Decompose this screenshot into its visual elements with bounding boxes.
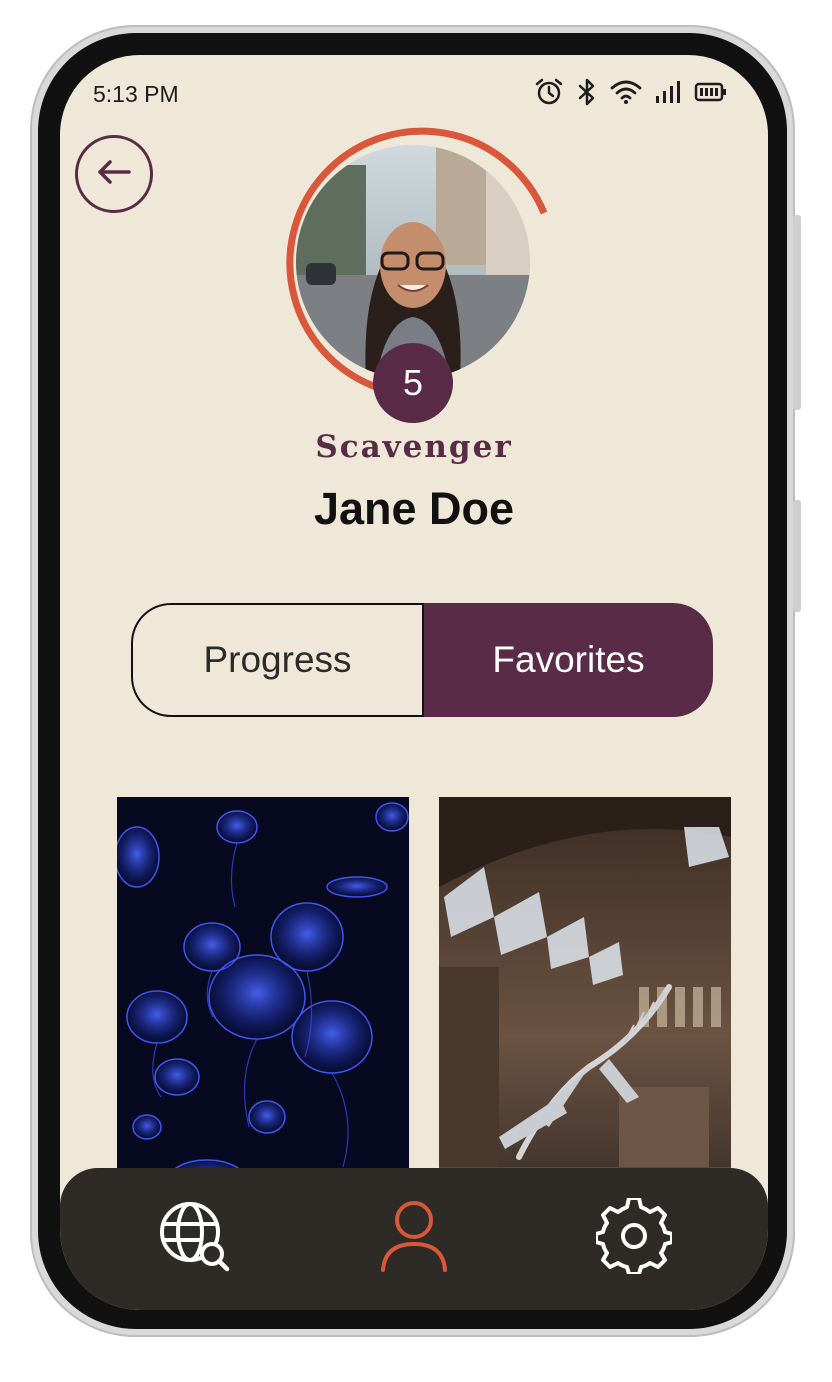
status-icons — [534, 77, 728, 107]
gear-icon — [594, 1195, 674, 1279]
app-screen: 5:13 PM 5 Scavenger Jane Doe Progress Fa… — [60, 55, 768, 1310]
profile-icon — [379, 1198, 449, 1279]
globe-search-icon — [156, 1198, 232, 1279]
profile-tabs: Progress Favorites — [131, 603, 713, 717]
nav-settings[interactable] — [594, 1195, 674, 1279]
alarm-icon — [534, 77, 564, 107]
back-button[interactable] — [75, 135, 153, 213]
signal-icon — [654, 79, 682, 105]
favorite-jellyfish-photo[interactable] — [117, 797, 409, 1197]
battery-icon — [694, 81, 728, 103]
user-name: Jane Doe — [313, 483, 515, 534]
status-time: 5:13 PM — [93, 81, 179, 107]
nav-profile[interactable] — [374, 1198, 454, 1278]
rank-title: Scavenger — [315, 429, 513, 465]
status-bar: 5:13 PM — [60, 55, 768, 135]
nav-explore[interactable] — [154, 1198, 234, 1278]
level-badge: 5 — [373, 343, 453, 423]
favorite-museum-photo[interactable] — [439, 797, 731, 1197]
arrow-left-icon — [95, 157, 133, 192]
power-button — [793, 500, 801, 612]
bluetooth-icon — [576, 77, 598, 107]
tab-progress[interactable]: Progress — [131, 603, 422, 717]
volume-button — [793, 215, 801, 410]
tab-favorites[interactable]: Favorites — [422, 603, 713, 717]
bottom-nav — [60, 1168, 768, 1310]
wifi-icon — [610, 79, 642, 105]
